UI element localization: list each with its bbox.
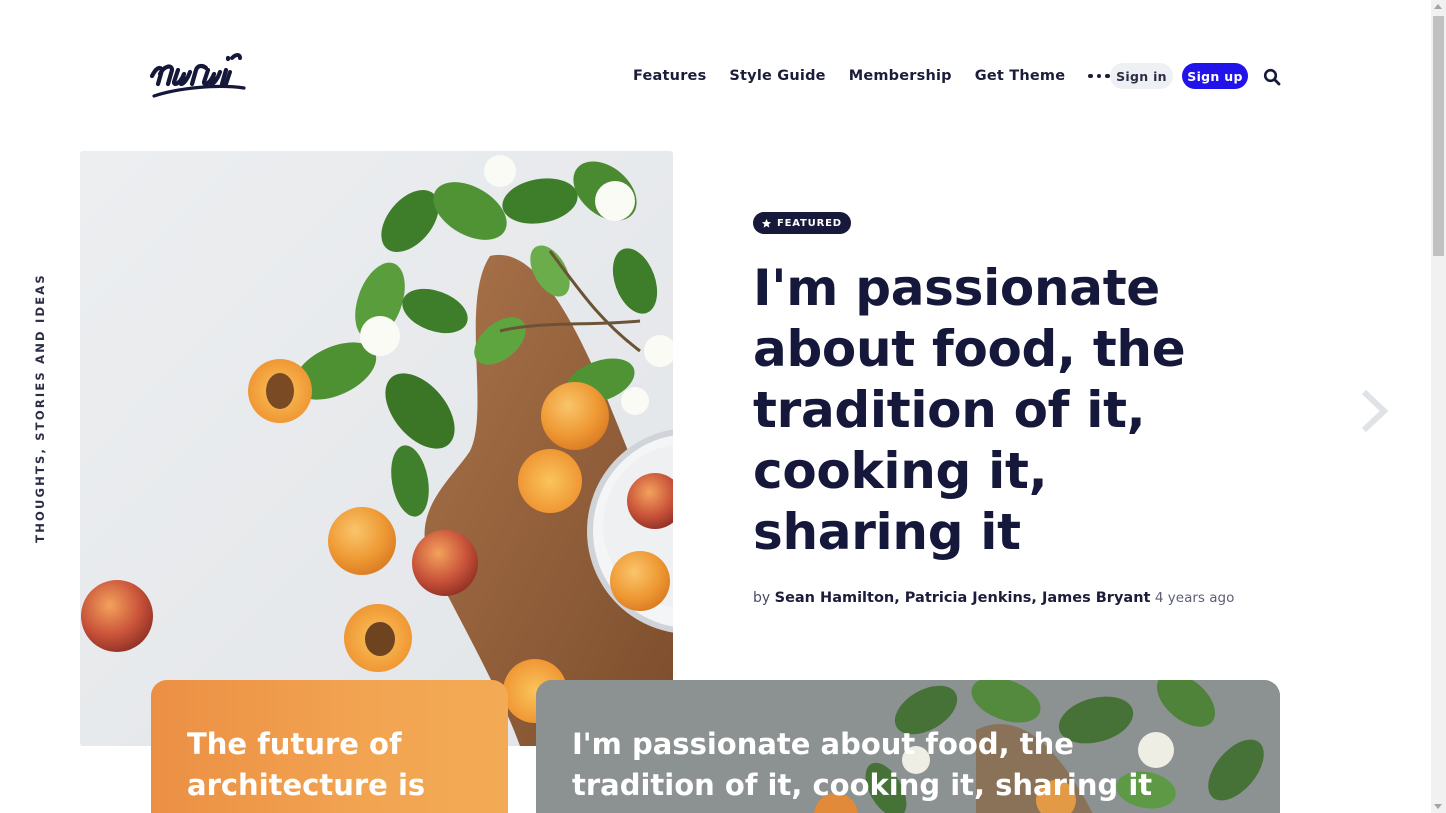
post-card[interactable]: The future of architecture is	[151, 680, 508, 813]
site-tagline: THOUGHTS, STORIES AND IDEAS	[33, 273, 47, 543]
sign-in-button[interactable]: Sign in	[1110, 63, 1173, 89]
logo-wordmark	[149, 53, 246, 98]
nav-item-membership[interactable]: Membership	[849, 68, 952, 84]
post-card[interactable]: I'm passionate about food, the tradition…	[536, 680, 1280, 813]
post-authors[interactable]: Sean Hamilton, Patricia Jenkins, James B…	[775, 590, 1151, 606]
scroll-down-arrow-icon[interactable]	[1434, 804, 1442, 809]
post-time: 4 years ago	[1154, 590, 1235, 606]
sign-up-button[interactable]: Sign up	[1182, 63, 1248, 89]
post-byline: by Sean Hamilton, Patricia Jenkins, Jame…	[753, 590, 1234, 606]
featured-badge: FEATURED	[753, 212, 851, 234]
featured-image[interactable]	[80, 151, 673, 746]
nav-item-get-theme[interactable]: Get Theme	[975, 68, 1066, 84]
search-icon[interactable]	[1263, 68, 1281, 86]
page-scrollbar[interactable]	[1431, 0, 1446, 813]
byline-prefix: by	[753, 590, 771, 606]
main-nav: Features Style Guide Membership Get Them…	[633, 62, 1135, 90]
nav-item-style-guide[interactable]: Style Guide	[729, 68, 825, 84]
more-horizontal-icon[interactable]	[1088, 66, 1110, 86]
chevron-right-icon[interactable]	[1358, 388, 1390, 434]
post-card-title[interactable]: The future of architecture is	[187, 724, 487, 806]
scroll-thumb[interactable]	[1433, 16, 1444, 256]
featured-post-title[interactable]: I'm passionate about food, the tradition…	[753, 258, 1273, 563]
post-card-title[interactable]: I'm passionate about food, the tradition…	[572, 724, 1212, 806]
star-icon	[761, 218, 772, 228]
nav-item-features[interactable]: Features	[633, 68, 706, 84]
site-logo[interactable]	[148, 44, 272, 104]
scroll-up-arrow-icon[interactable]	[1434, 4, 1442, 9]
featured-badge-label: FEATURED	[777, 217, 842, 229]
